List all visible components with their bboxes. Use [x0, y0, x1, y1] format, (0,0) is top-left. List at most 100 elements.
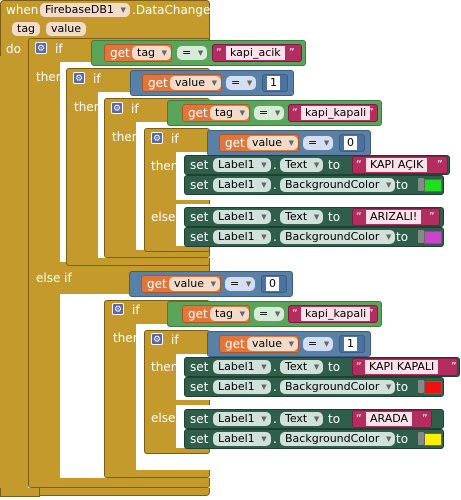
close-quote: ”: [289, 46, 295, 59]
color-swatch-green[interactable]: [424, 179, 442, 192]
gear-icon[interactable]: ⚙: [151, 333, 163, 345]
operator-dropdown[interactable]: = ▼: [303, 136, 334, 150]
set-keyword: set: [190, 178, 209, 192]
to-keyword: to: [328, 412, 341, 426]
property-dropdown[interactable]: Text ▼: [280, 360, 324, 374]
set-keyword: set: [190, 158, 209, 172]
dot: .: [273, 380, 277, 394]
text-value[interactable]: kapi_kapali: [301, 106, 371, 120]
then-keyword: then: [151, 159, 179, 173]
property-name: BackgroundColor: [285, 178, 380, 191]
gear-icon[interactable]: ⚙: [73, 72, 85, 84]
gear-icon[interactable]: ⚙: [112, 303, 124, 315]
operator-dropdown[interactable]: = ▼: [225, 277, 256, 291]
close-quote: ”: [451, 360, 457, 373]
set-keyword: set: [190, 210, 209, 224]
component-dropdown[interactable]: Label1 ▼: [213, 230, 271, 244]
param-tag[interactable]: tag: [12, 22, 41, 36]
operator: =: [308, 136, 318, 149]
then-keyword: then: [76, 301, 104, 315]
number-value[interactable]: 0: [266, 277, 279, 291]
else-keyword: else: [151, 210, 176, 224]
component-name: Label1: [218, 158, 255, 171]
component-name: Label1: [218, 412, 255, 425]
get-keyword: get: [148, 76, 168, 90]
property-dropdown[interactable]: BackgroundColor ▼: [280, 178, 396, 192]
color-swatch-magenta[interactable]: [424, 231, 442, 244]
property-name: BackgroundColor: [285, 380, 380, 393]
chevron-down-icon: ▼: [313, 161, 320, 169]
component-dropdown[interactable]: Label1 ▼: [213, 380, 271, 394]
close-quote: ”: [422, 412, 428, 425]
property-dropdown[interactable]: BackgroundColor ▼: [280, 380, 396, 394]
else-keyword: else: [151, 411, 176, 425]
property-name: Text: [285, 360, 308, 373]
property-dropdown[interactable]: BackgroundColor ▼: [280, 230, 396, 244]
component-dropdown[interactable]: Label1 ▼: [213, 158, 271, 172]
chevron-down-icon: ▼: [323, 139, 330, 147]
operator-dropdown[interactable]: = ▼: [254, 106, 285, 120]
if-keyword: if: [131, 102, 139, 116]
number-value[interactable]: 1: [267, 76, 280, 90]
property-name: BackgroundColor: [285, 432, 380, 445]
gear-icon[interactable]: ⚙: [151, 132, 163, 144]
property-dropdown[interactable]: Text ▼: [280, 412, 324, 426]
property-dropdown[interactable]: Text ▼: [280, 158, 324, 172]
var-dropdown[interactable]: tag ▼: [210, 106, 250, 120]
chevron-down-icon: ▼: [274, 310, 281, 318]
var-dropdown[interactable]: value ▼: [247, 136, 299, 150]
text-value[interactable]: KAPI AÇIK: [366, 158, 428, 172]
then-keyword: then: [36, 70, 64, 84]
operator-dropdown[interactable]: = ▼: [303, 337, 334, 351]
text-value[interactable]: kapi_kapali: [301, 307, 371, 321]
chevron-down-icon: ▼: [261, 161, 267, 169]
when-keyword: when: [6, 3, 39, 17]
text-value[interactable]: ARADA: [366, 412, 413, 426]
component-dropdown[interactable]: FirebaseDB1 ▼: [40, 3, 130, 17]
operator-dropdown[interactable]: = ▼: [254, 307, 285, 321]
to-keyword: to: [396, 380, 409, 394]
color-swatch-yellow[interactable]: [424, 433, 442, 446]
var-dropdown[interactable]: value ▼: [169, 277, 221, 291]
close-quote: ”: [437, 158, 443, 171]
open-quote: “: [216, 46, 222, 59]
component-dropdown[interactable]: Label1 ▼: [213, 360, 271, 374]
text-value[interactable]: ARIZALI!: [366, 210, 422, 224]
gear-icon[interactable]: ⚙: [111, 102, 123, 114]
property-dropdown[interactable]: BackgroundColor ▼: [280, 432, 396, 446]
var-name: value: [252, 337, 283, 350]
operator-dropdown[interactable]: = ▼: [226, 76, 257, 90]
var-dropdown[interactable]: value ▼: [170, 76, 222, 90]
dot: .: [273, 158, 277, 172]
open-quote: “: [292, 106, 298, 119]
to-keyword: to: [328, 360, 341, 374]
if-keyword: if: [171, 333, 179, 347]
operator-dropdown[interactable]: = ▼: [177, 46, 208, 60]
text-value[interactable]: KAPI KAPALI: [365, 360, 439, 374]
close-quote: ”: [429, 210, 435, 223]
param-value[interactable]: value: [46, 22, 87, 36]
var-dropdown[interactable]: tag ▼: [210, 307, 250, 321]
component-dropdown[interactable]: Label1 ▼: [213, 210, 271, 224]
dot: .: [273, 360, 277, 374]
chevron-down-icon: ▼: [313, 363, 320, 371]
number-value[interactable]: 1: [344, 337, 357, 351]
chevron-down-icon: ▼: [288, 340, 295, 348]
chevron-down-icon: ▼: [239, 109, 246, 117]
var-dropdown[interactable]: value ▼: [247, 337, 299, 351]
component-dropdown[interactable]: Label1 ▼: [213, 432, 271, 446]
to-keyword: to: [328, 210, 341, 224]
component-dropdown[interactable]: Label1 ▼: [213, 412, 271, 426]
var-name: value: [252, 136, 283, 149]
gear-icon[interactable]: ⚙: [35, 42, 47, 54]
chevron-down-icon: ▼: [239, 310, 246, 318]
open-quote: “: [356, 158, 362, 171]
property-dropdown[interactable]: Text ▼: [280, 210, 324, 224]
component-dropdown[interactable]: Label1 ▼: [213, 178, 271, 192]
event-block-body: [0, 56, 28, 496]
text-value[interactable]: kapi_acik: [226, 46, 285, 60]
number-value[interactable]: 0: [344, 136, 357, 150]
color-swatch-red[interactable]: [424, 381, 442, 394]
open-quote: “: [356, 360, 362, 373]
var-dropdown[interactable]: tag ▼: [132, 46, 172, 60]
